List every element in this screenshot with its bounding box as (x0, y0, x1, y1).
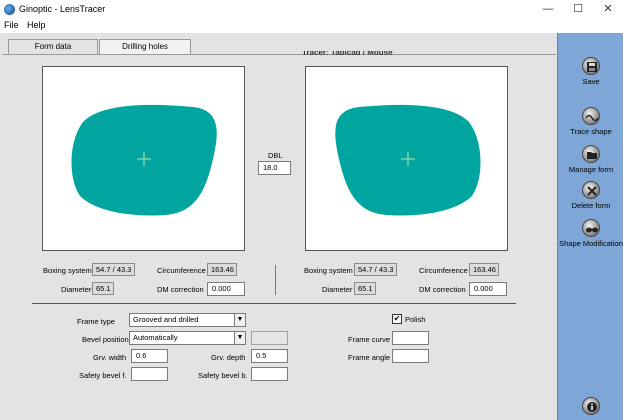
frame-curve-label: Frame curve (348, 335, 391, 344)
trace-icon (582, 107, 600, 125)
bevel-position-value: Automatically (133, 333, 178, 342)
left-circumference-value: 163.46 (207, 263, 237, 276)
safety-bevel-front-input[interactable] (131, 367, 168, 381)
left-diameter-label: Diameter (61, 285, 92, 294)
frame-type-select[interactable]: Grooved and drilled ▼ (129, 313, 246, 327)
menu-file[interactable]: File (4, 20, 19, 30)
save-label: Save (582, 77, 600, 86)
left-dm-correction-input[interactable]: 0.000 (207, 282, 245, 296)
tab-drilling-holes[interactable]: Drilling holes (99, 39, 191, 54)
left-lens-view[interactable] (42, 66, 245, 251)
bevel-position-extra-input (251, 331, 288, 345)
save-button[interactable]: Save (558, 57, 623, 86)
glasses-icon (582, 219, 600, 237)
right-circumference-label: Circumference (419, 266, 468, 275)
save-icon (582, 57, 600, 75)
dbl-input[interactable]: 18.0 (258, 161, 291, 175)
right-lens-shape (335, 104, 481, 216)
folder-icon (582, 145, 600, 163)
left-diameter-value: 65.1 (92, 282, 114, 295)
bevel-position-dropdown-icon[interactable]: ▼ (234, 332, 245, 344)
tracer-label: Tracer: Tablcad / Mouse (302, 51, 393, 57)
left-dm-correction-label: DM correction (157, 285, 204, 294)
grv-depth-input[interactable]: 0.5 (251, 349, 288, 363)
bevel-position-select[interactable]: Automatically ▼ (129, 331, 246, 345)
title-bar: Ginoptic - LensTracer — ☐ ✕ (0, 0, 623, 19)
delete-form-button[interactable]: Delete form (558, 181, 623, 210)
bevel-position-label: Bevel position (82, 335, 129, 344)
close-button[interactable]: ✕ (593, 0, 623, 19)
manage-form-label: Manage form (568, 165, 614, 174)
tab-form-data[interactable]: Form data (8, 39, 98, 55)
shape-modification-button[interactable]: Shape Modification (558, 219, 623, 248)
window-title: Ginoptic - LensTracer (19, 4, 106, 14)
polish-checkbox[interactable]: ✔ (392, 314, 402, 324)
delete-icon (582, 181, 600, 199)
frame-type-value: Grooved and drilled (133, 315, 199, 324)
shape-modification-label: Shape Modification (559, 239, 623, 248)
lens-separator (275, 265, 276, 295)
form-data-panel: Tracer: Tablcad / Mouse DBL 18.0 Boxing … (2, 51, 556, 420)
safety-bevel-front-label: Safety bevel f. (79, 371, 127, 380)
right-diameter-value: 65.1 (354, 282, 376, 295)
menu-bar: File Help (0, 19, 623, 33)
main-area: Form data Drilling holes Tracer: Tablcad… (0, 33, 557, 420)
frame-type-dropdown-icon[interactable]: ▼ (234, 314, 245, 326)
frame-type-label: Frame type (77, 317, 115, 326)
grv-depth-label: Grv. depth (211, 353, 246, 362)
right-boxing-label: Boxing system (304, 266, 353, 275)
right-dm-correction-input[interactable]: 0.000 (469, 282, 507, 296)
left-boxing-label: Boxing system (43, 266, 92, 275)
menu-help[interactable]: Help (27, 20, 46, 30)
info-icon (582, 397, 600, 415)
right-boxing-value: 54.7 / 43.3 (354, 263, 397, 276)
form-separator (32, 303, 516, 304)
info-button[interactable] (558, 397, 623, 415)
polish-label: Polish (405, 315, 426, 324)
left-lens-shape (71, 104, 217, 216)
left-circumference-label: Circumference (157, 266, 206, 275)
grv-width-input[interactable]: 0.6 (131, 349, 168, 363)
right-dm-correction-label: DM correction (419, 285, 466, 294)
maximize-button[interactable]: ☐ (563, 0, 593, 19)
grv-width-label: Grv. width (93, 353, 127, 362)
right-diameter-label: Diameter (322, 285, 353, 294)
app-logo-icon (4, 4, 15, 15)
frame-curve-input[interactable] (392, 331, 429, 345)
frame-angle-label: Frame angle (348, 353, 391, 362)
right-circumference-value: 163.46 (469, 263, 499, 276)
minimize-button[interactable]: — (533, 0, 563, 19)
trace-shape-button[interactable]: Trace shape (558, 107, 623, 136)
safety-bevel-back-label: Safety bevel b. (198, 371, 248, 380)
action-sidebar: Save Trace shape Manage form Delete form… (557, 33, 623, 420)
trace-shape-label: Trace shape (570, 127, 612, 136)
left-boxing-value: 54.7 / 43.3 (92, 263, 135, 276)
dbl-label: DBL (268, 151, 283, 160)
delete-form-label: Delete form (571, 201, 611, 210)
manage-form-button[interactable]: Manage form (558, 145, 623, 174)
frame-angle-input[interactable] (392, 349, 429, 363)
safety-bevel-back-input[interactable] (251, 367, 288, 381)
right-lens-view[interactable] (305, 66, 508, 251)
